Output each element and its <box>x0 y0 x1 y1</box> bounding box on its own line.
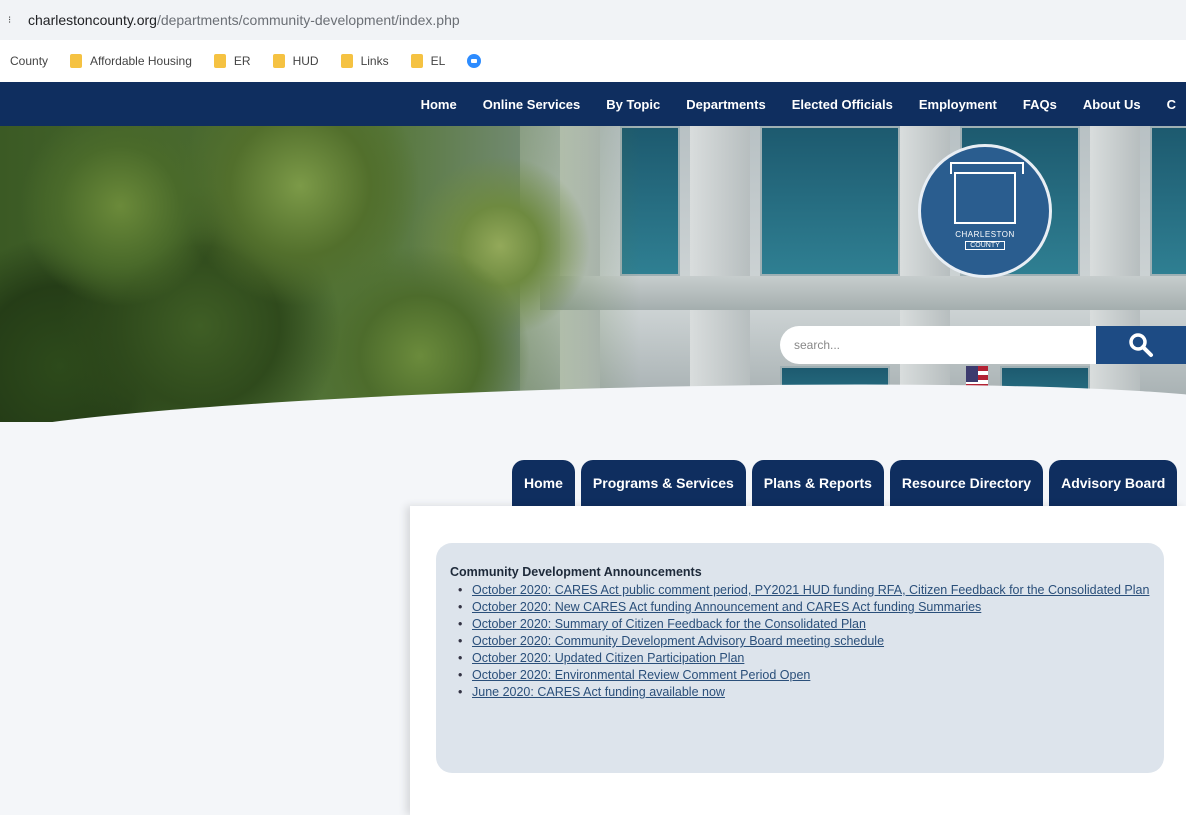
tab-programs-services[interactable]: Programs & Services <box>580 460 746 506</box>
nav-elected-officials[interactable]: Elected Officials <box>792 97 893 112</box>
bookmarks-bar: County Affordable Housing ER HUD Links E… <box>0 40 1186 82</box>
zoom-icon <box>467 54 482 68</box>
announcements-list: October 2020: CARES Act public comment p… <box>450 582 1150 701</box>
list-item: October 2020: CARES Act public comment p… <box>458 582 1150 599</box>
trees-image <box>0 126 640 422</box>
search-button[interactable] <box>1096 326 1186 364</box>
announcement-link[interactable]: June 2020: CARES Act funding available n… <box>472 685 725 699</box>
nav-contact[interactable]: C <box>1167 97 1176 112</box>
bookmark-links[interactable]: Links <box>340 54 389 68</box>
announcements-box: Community Development Announcements Octo… <box>436 543 1164 773</box>
list-item: June 2020: CARES Act funding available n… <box>458 684 1150 701</box>
folder-icon <box>340 54 353 68</box>
bookmark-county[interactable]: County <box>10 54 48 68</box>
nav-departments[interactable]: Departments <box>686 97 765 112</box>
hero-banner: CHARLESTON COUNTY search... <box>0 126 1186 422</box>
list-item: October 2020: New CARES Act funding Anno… <box>458 599 1150 616</box>
list-item: October 2020: Environmental Review Comme… <box>458 667 1150 684</box>
nav-faqs[interactable]: FAQs <box>1023 97 1057 112</box>
folder-icon <box>272 54 285 68</box>
courthouse-icon <box>950 162 1024 224</box>
list-item: October 2020: Summary of Citizen Feedbac… <box>458 616 1150 633</box>
bookmark-zoom[interactable] <box>467 54 482 68</box>
site-search-input[interactable]: search... <box>780 326 1096 364</box>
site-top-nav: Home Online Services By Topic Department… <box>0 82 1186 126</box>
address-bar[interactable]: ⁝ charlestoncounty.org/departments/commu… <box>0 0 1186 40</box>
tab-advisory-board[interactable]: Advisory Board <box>1049 460 1178 506</box>
url-domain: charlestoncounty.org <box>28 12 157 28</box>
nav-online-services[interactable]: Online Services <box>483 97 581 112</box>
announcement-link[interactable]: October 2020: Environmental Review Comme… <box>472 668 810 682</box>
tab-resource-directory[interactable]: Resource Directory <box>889 460 1044 506</box>
site-info-icon[interactable]: ⁝ <box>8 15 16 26</box>
bookmark-hud[interactable]: HUD <box>272 54 319 68</box>
folder-icon <box>70 54 83 68</box>
section-tabs: Home Programs & Services Plans & Reports… <box>512 460 1178 506</box>
announcement-link[interactable]: October 2020: New CARES Act funding Anno… <box>472 600 981 614</box>
announcement-link[interactable]: October 2020: CARES Act public comment p… <box>472 583 1149 597</box>
bookmark-affordable-housing[interactable]: Affordable Housing <box>70 54 192 68</box>
search-icon <box>1129 333 1153 357</box>
url-path: /departments/community-development/index… <box>156 12 460 28</box>
folder-icon <box>410 54 423 68</box>
announcements-title: Community Development Announcements <box>450 565 702 579</box>
bookmark-er[interactable]: ER <box>213 54 251 68</box>
announcement-link[interactable]: October 2020: Community Development Advi… <box>472 634 884 648</box>
nav-home[interactable]: Home <box>421 97 457 112</box>
announcement-link[interactable]: October 2020: Updated Citizen Participat… <box>472 651 744 665</box>
county-seal-logo[interactable]: CHARLESTON COUNTY <box>918 144 1052 278</box>
list-item: October 2020: Community Development Advi… <box>458 633 1150 650</box>
list-item: October 2020: Updated Citizen Participat… <box>458 650 1150 667</box>
bookmark-el[interactable]: EL <box>410 54 445 68</box>
tab-home[interactable]: Home <box>512 460 575 506</box>
announcement-link[interactable]: October 2020: Summary of Citizen Feedbac… <box>472 617 866 631</box>
folder-icon <box>213 54 226 68</box>
nav-employment[interactable]: Employment <box>919 97 997 112</box>
nav-by-topic[interactable]: By Topic <box>606 97 660 112</box>
tab-plans-reports[interactable]: Plans & Reports <box>751 460 884 506</box>
nav-about-us[interactable]: About Us <box>1083 97 1141 112</box>
